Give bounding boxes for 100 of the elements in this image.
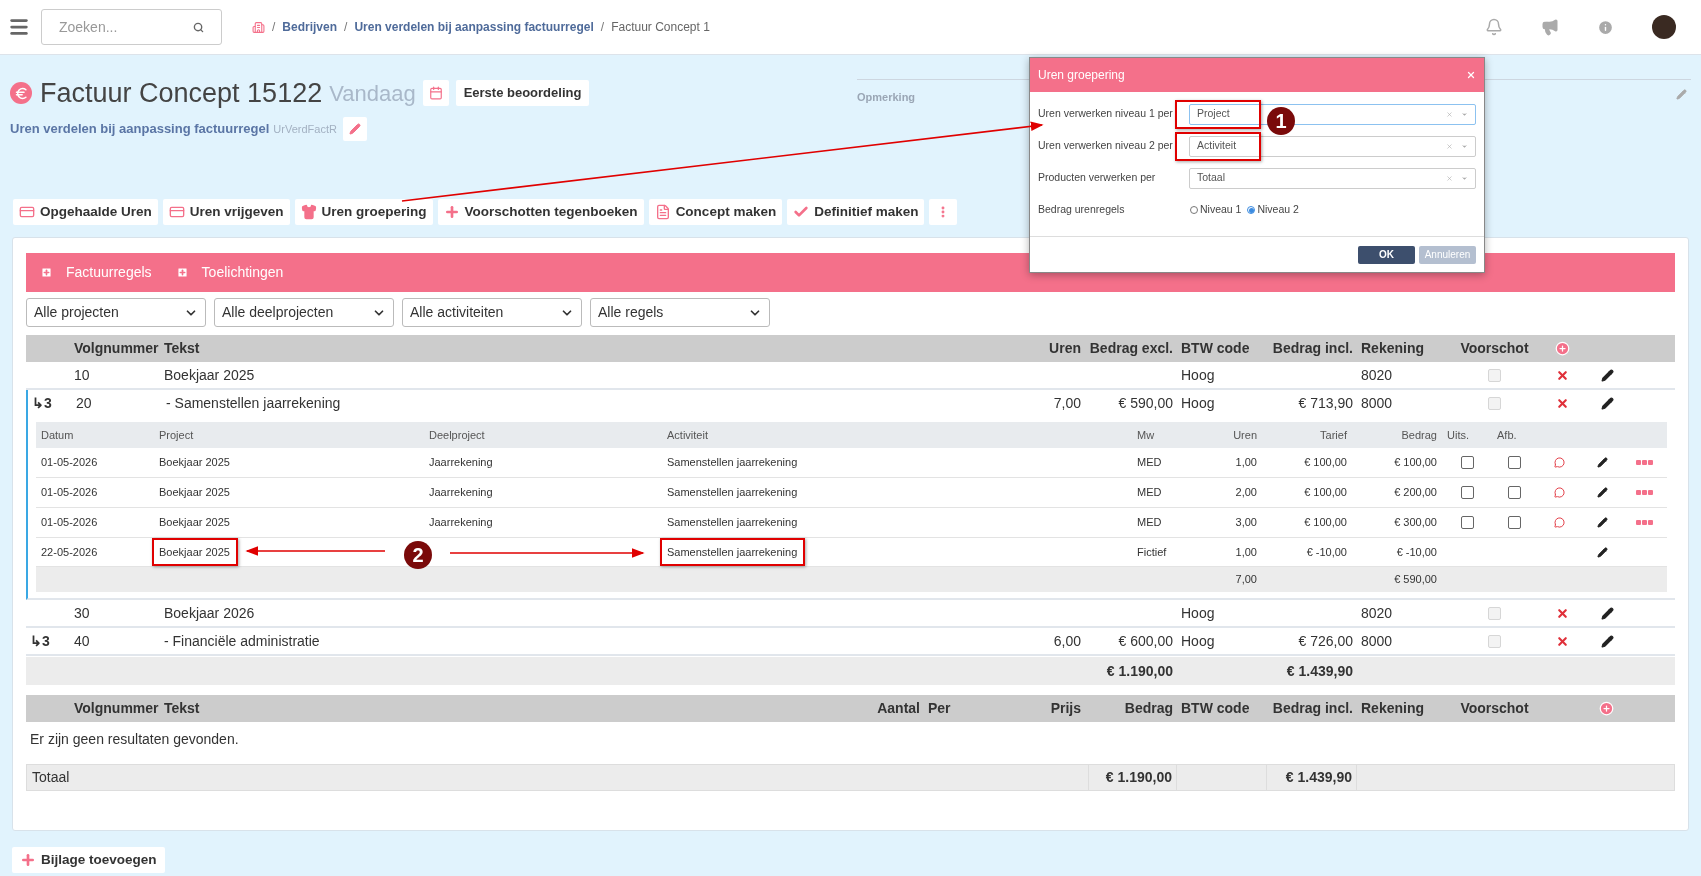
chevron-down-icon [1461, 142, 1468, 150]
delete-icon[interactable] [1555, 368, 1569, 382]
table-cell: € 600,00 [1118, 632, 1173, 649]
total-cell: € 1.190,00 [1088, 765, 1176, 790]
select-field[interactable]: Activiteit [1189, 135, 1476, 157]
menu-icon[interactable] [8, 16, 30, 38]
delete-icon[interactable] [1555, 396, 1569, 410]
breadcrumb-link[interactable]: Bedrijven [282, 18, 338, 36]
table-cell-text: € 200,00 [1393, 485, 1438, 501]
subline-indicator: ↳3 [32, 394, 52, 411]
table-cell-text: Boekjaar 2025 [159, 515, 230, 531]
toolbar-button[interactable]: Opgehaalde Uren [13, 199, 158, 225]
calendar-button[interactable] [422, 80, 449, 106]
close-icon[interactable] [1466, 70, 1476, 80]
field-label: Uren verwerken niveau 1 per [1038, 106, 1174, 122]
column-header: Uren [1048, 339, 1082, 358]
table-cell-text: MED [1136, 485, 1163, 501]
column-header: Tarief [1319, 427, 1348, 443]
toolbar-button[interactable]: Concept maken [648, 199, 783, 225]
table-cell-text: 8000 [1360, 393, 1394, 413]
more-icon[interactable] [1636, 460, 1653, 465]
checkbox[interactable] [1508, 486, 1521, 499]
table-cell-text: Boekjaar 2025 [163, 365, 256, 385]
plus-square-icon [40, 266, 53, 279]
table-cell-text: € -10,00 [1395, 544, 1438, 560]
comment-icon[interactable] [1554, 487, 1565, 498]
page-title: Factuur Concept 15122 [40, 76, 323, 110]
breadcrumb-link[interactable]: Uren verdelen bij aanpassing factuurregel [354, 18, 594, 36]
select-field[interactable]: Totaal [1189, 167, 1476, 189]
table-cell-text: - Financiële administratie [163, 631, 321, 651]
search-placeholder: Zoeken... [59, 17, 118, 37]
table-cell: 6,00 [1053, 632, 1081, 649]
table-cell-text: Boekjaar 2025 [159, 455, 230, 471]
checkbox[interactable] [1508, 516, 1521, 529]
code-label: UrVerdFactR [273, 121, 337, 137]
toolbar-button[interactable]: Definitief maken [787, 199, 925, 225]
field-label: Producten verwerken per [1038, 170, 1157, 186]
radio-button[interactable] [1247, 206, 1256, 214]
delete-icon[interactable] [1555, 634, 1569, 648]
chevron-down-icon [1461, 174, 1468, 182]
table-cell-text: 1,00 [1234, 455, 1258, 471]
edit-icon[interactable] [1600, 368, 1614, 382]
comment-icon[interactable] [1554, 517, 1565, 528]
total-cell-text: € 590,00 [1393, 572, 1438, 588]
avatar[interactable] [1652, 15, 1676, 39]
column-header: Aantal [876, 699, 921, 718]
checkbox[interactable] [1508, 456, 1521, 469]
edit-icon[interactable] [1600, 606, 1614, 620]
filter-select[interactable]: Alle activiteiten [402, 298, 582, 327]
edit-icon[interactable] [1596, 457, 1608, 468]
radio-option[interactable]: Niveau 1 [1190, 202, 1242, 218]
checkbox[interactable] [1460, 486, 1474, 499]
add-icon[interactable] [1598, 701, 1614, 716]
radio-option[interactable]: Niveau 2 [1247, 202, 1299, 218]
table-cell-text: 22-05-2026 [40, 544, 99, 560]
total-cell-text: € 1.439,90 [1285, 661, 1354, 681]
table-cell-text: 8020 [1360, 603, 1394, 623]
bell-icon[interactable] [1485, 18, 1503, 36]
check-icon [793, 204, 810, 220]
column-header: Activiteit [666, 427, 709, 443]
edit-icon[interactable] [1596, 487, 1608, 498]
edit-button[interactable] [342, 117, 367, 141]
toolbar-button[interactable]: Uren groepering [294, 199, 433, 225]
plus-square-icon [175, 266, 189, 279]
filter-select[interactable]: Alle regels [590, 298, 770, 327]
status-button[interactable]: Eerste beoordeling [455, 80, 590, 106]
edit-icon[interactable] [1600, 634, 1614, 648]
dialog-title: Uren groepering [1038, 67, 1125, 84]
table-cell: Jaarrekening [429, 456, 493, 469]
delete-icon[interactable] [1555, 606, 1569, 620]
card-icon [168, 204, 185, 220]
table-cell-text: Hoog [1180, 393, 1216, 413]
comment-icon[interactable] [1554, 457, 1565, 468]
info-icon[interactable] [1597, 18, 1614, 36]
edit-icon[interactable] [1596, 546, 1608, 558]
megaphone-icon[interactable] [1541, 18, 1559, 36]
more-icon[interactable] [1636, 490, 1653, 495]
checkbox[interactable] [1460, 456, 1474, 469]
euro-icon [10, 82, 32, 104]
filter-select[interactable]: Alle deelprojecten [214, 298, 394, 327]
filter-select[interactable]: Alle projecten [26, 298, 206, 327]
table-cell-text: 01-05-2026 [40, 455, 99, 471]
toolbar-button[interactable]: Uren vrijgeven [162, 199, 290, 225]
building-icon[interactable] [252, 20, 265, 34]
table-cell-text: 3,00 [1234, 515, 1258, 531]
toolbar-button[interactable]: Voorschotten tegenboeken [437, 199, 644, 225]
edit-icon[interactable] [1600, 396, 1614, 410]
column-header: Bedrag excl. [1088, 339, 1174, 358]
checkbox[interactable] [1460, 516, 1474, 529]
table-cell-text: - Samenstellen jaarrekening [165, 393, 342, 413]
table-cell-text: 2,00 [1234, 485, 1258, 501]
table-cell-text: 10 [73, 365, 91, 385]
add-icon[interactable] [1554, 341, 1570, 356]
shirt-icon [300, 204, 317, 220]
add-attachment-button[interactable]: Bijlage toevoegen [12, 847, 165, 873]
table-cell-text: Fictief [1136, 544, 1168, 560]
dialog-button[interactable]: OK [1358, 245, 1415, 264]
more-icon[interactable] [1636, 520, 1653, 525]
edit-icon[interactable] [1596, 517, 1608, 528]
breadcrumb-separator: / [600, 19, 605, 36]
